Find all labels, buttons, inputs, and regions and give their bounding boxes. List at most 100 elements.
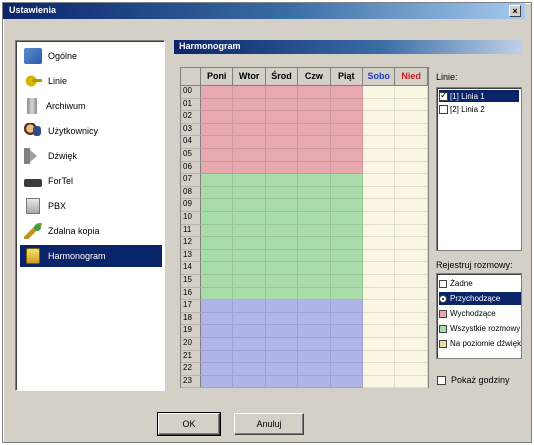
schedule-cell[interactable] (298, 237, 331, 250)
schedule-cell[interactable] (298, 350, 331, 364)
schedule-cell[interactable] (363, 363, 396, 376)
sidebar-item-7[interactable]: Zdalna kopia (20, 220, 162, 242)
schedule-cell[interactable] (330, 375, 363, 389)
schedule-cell[interactable] (363, 186, 396, 200)
sidebar-item-2[interactable]: Archiwum (20, 95, 162, 117)
schedule-cell[interactable] (233, 149, 266, 162)
schedule-cell[interactable] (233, 224, 266, 238)
schedule-cell[interactable] (395, 300, 428, 313)
registration-item[interactable]: Żadne (439, 277, 521, 290)
schedule-cell[interactable] (395, 237, 428, 250)
title-bar[interactable]: Ustawienia × (3, 3, 525, 19)
schedule-cell[interactable] (265, 136, 299, 149)
schedule-cell[interactable] (265, 375, 299, 389)
schedule-cell[interactable] (265, 237, 299, 250)
schedule-cell[interactable] (330, 199, 363, 212)
schedule-cell[interactable] (363, 350, 396, 364)
sidebar-item-8[interactable]: Harmonogram (20, 245, 162, 267)
schedule-cell[interactable] (233, 300, 266, 313)
schedule-cell[interactable] (330, 123, 363, 137)
show-hours-toggle[interactable]: Pokaż godziny (437, 375, 510, 385)
schedule-cell[interactable] (330, 325, 363, 338)
schedule-cell[interactable] (395, 111, 428, 124)
schedule-cell[interactable] (363, 123, 396, 137)
schedule-cell[interactable] (233, 186, 266, 200)
day-header[interactable]: Piąt (330, 68, 363, 86)
schedule-cell[interactable] (233, 325, 266, 338)
sidebar-item-0[interactable]: Ogólne (20, 45, 162, 67)
schedule-cell[interactable] (233, 249, 266, 263)
show-hours-checkbox[interactable] (437, 375, 446, 385)
schedule-cell[interactable] (201, 350, 234, 364)
schedule-cell[interactable] (363, 300, 396, 313)
schedule-cell[interactable] (201, 375, 234, 389)
schedule-cell[interactable] (201, 149, 234, 162)
schedule-cell[interactable] (363, 161, 396, 175)
schedule-cell[interactable] (363, 98, 396, 112)
schedule-cell[interactable] (265, 287, 299, 301)
schedule-cell[interactable] (395, 325, 428, 338)
lines-list[interactable]: [1] Linia 1 [2] Linia 2 (436, 87, 522, 251)
schedule-cell[interactable] (298, 363, 331, 376)
schedule-cell[interactable] (265, 312, 299, 326)
schedule-cell[interactable] (395, 212, 428, 225)
schedule-cell[interactable] (330, 186, 363, 200)
schedule-cell[interactable] (298, 98, 331, 112)
schedule-cell[interactable] (298, 262, 331, 275)
schedule-cell[interactable] (395, 275, 428, 288)
schedule-cell[interactable] (233, 212, 266, 225)
schedule-cell[interactable] (330, 212, 363, 225)
schedule-cell[interactable] (363, 111, 396, 124)
schedule-cell[interactable] (265, 86, 299, 99)
schedule-cell[interactable] (395, 375, 428, 389)
schedule-cell[interactable] (201, 325, 234, 338)
schedule-cell[interactable] (233, 161, 266, 175)
schedule-cell[interactable] (233, 287, 266, 301)
schedule-cell[interactable] (265, 212, 299, 225)
schedule-cell[interactable] (233, 350, 266, 364)
schedule-cell[interactable] (233, 111, 266, 124)
schedule-cell[interactable] (265, 275, 299, 288)
line-item[interactable]: [1] Linia 1 (439, 90, 519, 102)
schedule-cell[interactable] (265, 363, 299, 376)
schedule-cell[interactable] (201, 111, 234, 124)
schedule-cell[interactable] (298, 275, 331, 288)
schedule-cell[interactable] (298, 300, 331, 313)
schedule-cell[interactable] (298, 174, 331, 187)
schedule-cell[interactable] (395, 123, 428, 137)
schedule-cell[interactable] (265, 300, 299, 313)
schedule-cell[interactable] (233, 237, 266, 250)
schedule-cell[interactable] (363, 375, 396, 389)
schedule-cell[interactable] (330, 262, 363, 275)
day-header[interactable]: Sobo (363, 68, 396, 86)
schedule-cell[interactable] (201, 161, 234, 175)
schedule-cell[interactable] (201, 312, 234, 326)
schedule-cell[interactable] (233, 123, 266, 137)
day-header[interactable]: Wtor (233, 68, 266, 86)
schedule-cell[interactable] (330, 149, 363, 162)
sidebar-item-6[interactable]: PBX (20, 195, 162, 217)
schedule-cell[interactable] (265, 249, 299, 263)
schedule-cell[interactable] (395, 98, 428, 112)
day-header[interactable]: Poni (201, 68, 234, 86)
schedule-cell[interactable] (363, 262, 396, 275)
schedule-cell[interactable] (201, 287, 234, 301)
schedule-cell[interactable] (201, 262, 234, 275)
cancel-button[interactable]: Anuluj (234, 413, 304, 435)
schedule-cell[interactable] (201, 224, 234, 238)
schedule-cell[interactable] (298, 86, 331, 99)
schedule-cell[interactable] (363, 325, 396, 338)
schedule-cell[interactable] (265, 174, 299, 187)
schedule-cell[interactable] (330, 300, 363, 313)
schedule-cell[interactable] (363, 199, 396, 212)
schedule-cell[interactable] (395, 86, 428, 99)
schedule-cell[interactable] (330, 111, 363, 124)
schedule-cell[interactable] (395, 149, 428, 162)
sidebar-item-4[interactable]: Dźwięk (20, 145, 162, 167)
schedule-cell[interactable] (330, 287, 363, 301)
schedule-cell[interactable] (363, 224, 396, 238)
schedule-cell[interactable] (330, 224, 363, 238)
schedule-cell[interactable] (395, 249, 428, 263)
sidebar-item-1[interactable]: Linie (20, 70, 162, 92)
schedule-cell[interactable] (265, 161, 299, 175)
